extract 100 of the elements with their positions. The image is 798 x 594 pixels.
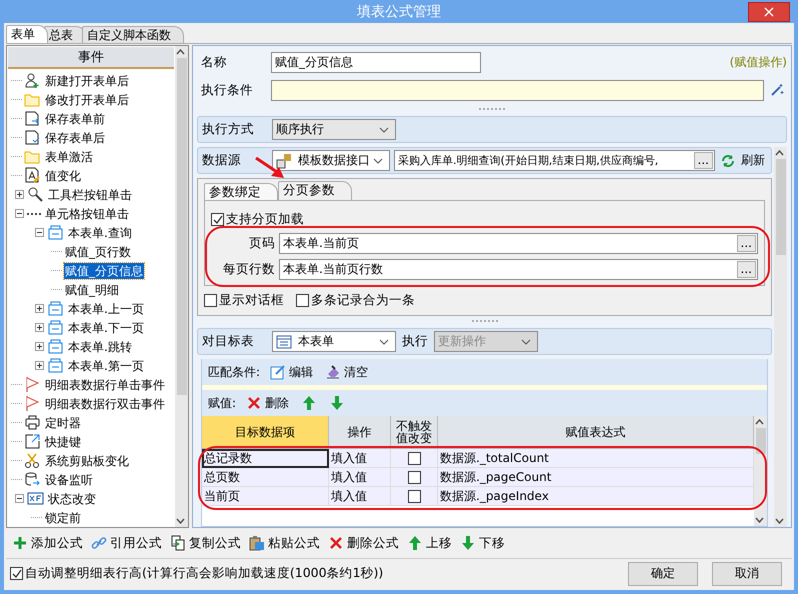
browse-button[interactable]: ... (694, 152, 713, 169)
datasource-field[interactable]: 采购入库单.明细查询(开始日期,结束日期,供应商编号, ... (394, 150, 715, 171)
checkbox[interactable] (204, 294, 217, 307)
tree-item[interactable]: 本表单.查询 (67, 224, 133, 240)
delete-cross-icon (328, 535, 344, 551)
arrow-down-icon (329, 395, 346, 411)
document-check-icon (24, 129, 41, 146)
magic-wand-icon[interactable] (770, 83, 784, 97)
close-button[interactable]: × (748, 2, 790, 22)
paste-formula-button[interactable]: 粘贴公式 (247, 534, 322, 552)
link-formula-button[interactable]: 引用公式 (89, 534, 164, 552)
tree-item[interactable]: 保存表单后 (44, 130, 106, 146)
column-header[interactable]: 操作 (329, 416, 391, 449)
tree-item[interactable]: 表单激活 (44, 148, 94, 164)
table-cell[interactable]: 数据源._pageCount (438, 468, 754, 487)
tree-item[interactable]: 保存表单前 (44, 110, 106, 126)
tree-item[interactable]: 单元格按钮单击 (44, 206, 130, 222)
add-formula-button[interactable]: 添加公式 (10, 534, 85, 552)
tree-item[interactable]: 明细表数据行单击事件 (44, 376, 166, 392)
tree-item[interactable]: 赋值_分页信息 (64, 262, 144, 278)
tree-item[interactable]: 工具栏按钮单击 (47, 186, 133, 202)
clear-button[interactable]: 清空 (323, 364, 370, 380)
down-formula-button[interactable]: 下移 (458, 534, 507, 552)
tree-item[interactable]: 状态改变 (47, 490, 97, 506)
tree-item[interactable]: 明细表数据行双击事件 (44, 396, 166, 412)
tree-item[interactable]: 系统剪贴板变化 (44, 452, 130, 468)
column-header[interactable]: 赋值表达式 (438, 416, 754, 449)
checkmark-icon (212, 214, 223, 225)
name-field[interactable]: 赋值_分页信息 (271, 52, 481, 72)
checkbox[interactable] (296, 294, 309, 307)
condition-field[interactable] (271, 80, 764, 100)
datasource-type-select[interactable]: 模板数据接口 (272, 150, 390, 171)
tree-item[interactable]: 赋值_明细 (64, 282, 120, 298)
table-cell[interactable]: 填入值 (329, 449, 391, 468)
tree-item[interactable]: 修改打开表单后 (44, 92, 130, 108)
annotation-arrow (255, 157, 285, 179)
dialog-button[interactable]: 确定 (628, 562, 698, 586)
dialog-button[interactable]: 取消 (712, 562, 782, 586)
checkbox[interactable] (408, 470, 420, 484)
tree-item[interactable]: 本表单.跳转 (67, 338, 133, 354)
tab[interactable]: 自定义脚本函数 (82, 26, 184, 43)
tree-item[interactable]: 本表单.第一页 (67, 358, 145, 374)
checkbox[interactable] (408, 490, 420, 502)
edit-button[interactable]: 编辑 (268, 364, 316, 380)
collapse-icon[interactable] (15, 494, 24, 503)
tree-item[interactable]: 定时器 (44, 414, 82, 430)
delete-button[interactable]: 删除 (244, 394, 292, 412)
tab[interactable]: 分页参数 (278, 181, 352, 200)
field-label: 数据源 (202, 152, 242, 169)
column-header[interactable]: 不触发值改变 (391, 416, 438, 449)
form-icon (47, 357, 64, 374)
tree-item[interactable]: 快捷键 (44, 434, 82, 450)
scrollbar-thumb[interactable] (176, 58, 186, 395)
collapse-icon[interactable] (15, 209, 24, 218)
delete-formula-button[interactable]: 删除公式 (326, 534, 401, 552)
scrollbar[interactable] (774, 147, 787, 527)
scrollbar[interactable] (175, 46, 188, 527)
tab[interactable]: 表单 (6, 25, 48, 43)
delete-cross-icon (246, 395, 262, 411)
expand-icon[interactable] (35, 361, 44, 370)
collapse-icon[interactable] (35, 228, 44, 237)
input-field[interactable]: 本表单.当前页 ... (279, 232, 758, 254)
table-cell[interactable]: 数据源._pageIndex (438, 487, 754, 506)
table-cell[interactable]: 数据源._totalCount (438, 449, 754, 468)
expand-icon[interactable] (15, 190, 24, 199)
checkbox[interactable] (10, 567, 23, 580)
expand-icon[interactable] (35, 323, 44, 332)
refresh-button[interactable]: 刷新 (721, 152, 767, 169)
table-cell[interactable]: 填入值 (329, 468, 391, 487)
window-title: 填表公式管理 (357, 2, 441, 20)
tree-item[interactable]: 新建打开表单后 (44, 72, 130, 88)
form-icon (47, 224, 64, 241)
checkbox[interactable] (408, 452, 420, 464)
browse-button[interactable]: ... (736, 234, 756, 252)
column-header[interactable]: 目标数据项 (202, 416, 329, 449)
execution-select[interactable]: 顺序执行 (272, 119, 396, 140)
table-cell[interactable]: 总页数 (202, 468, 329, 487)
tree-item[interactable]: 值变化 (44, 168, 82, 184)
tree-item[interactable]: 本表单.上一页 (67, 300, 145, 316)
copy-formula-button[interactable]: 复制公式 (168, 534, 243, 552)
up-formula-button[interactable]: 上移 (405, 534, 454, 552)
tab[interactable]: 参数绑定 (204, 183, 278, 200)
table-cell[interactable]: 当前页 (202, 487, 329, 506)
scrollbar-thumb[interactable] (776, 159, 786, 255)
tree-item[interactable]: 本表单.下一页 (67, 320, 145, 336)
checkbox[interactable] (211, 213, 224, 226)
expand-icon[interactable] (35, 342, 44, 351)
tree-item[interactable]: 锁定前 (44, 510, 82, 526)
table-cell[interactable]: 填入值 (329, 487, 391, 506)
tree-item[interactable]: 赋值_页行数 (64, 244, 132, 260)
scrollbar-thumb[interactable] (756, 428, 766, 454)
person-add-icon (24, 72, 41, 89)
input-field[interactable]: 本表单.当前页行数 ... (279, 258, 758, 280)
expand-icon[interactable] (35, 304, 44, 313)
scrollbar[interactable] (754, 416, 767, 526)
target-table-select[interactable]: 本表单 (272, 331, 396, 352)
database-icon (24, 471, 41, 488)
browse-button[interactable]: ... (736, 260, 756, 278)
tree-item[interactable]: 设备监听 (44, 472, 94, 488)
table-cell[interactable]: 总记录数 (202, 449, 329, 468)
